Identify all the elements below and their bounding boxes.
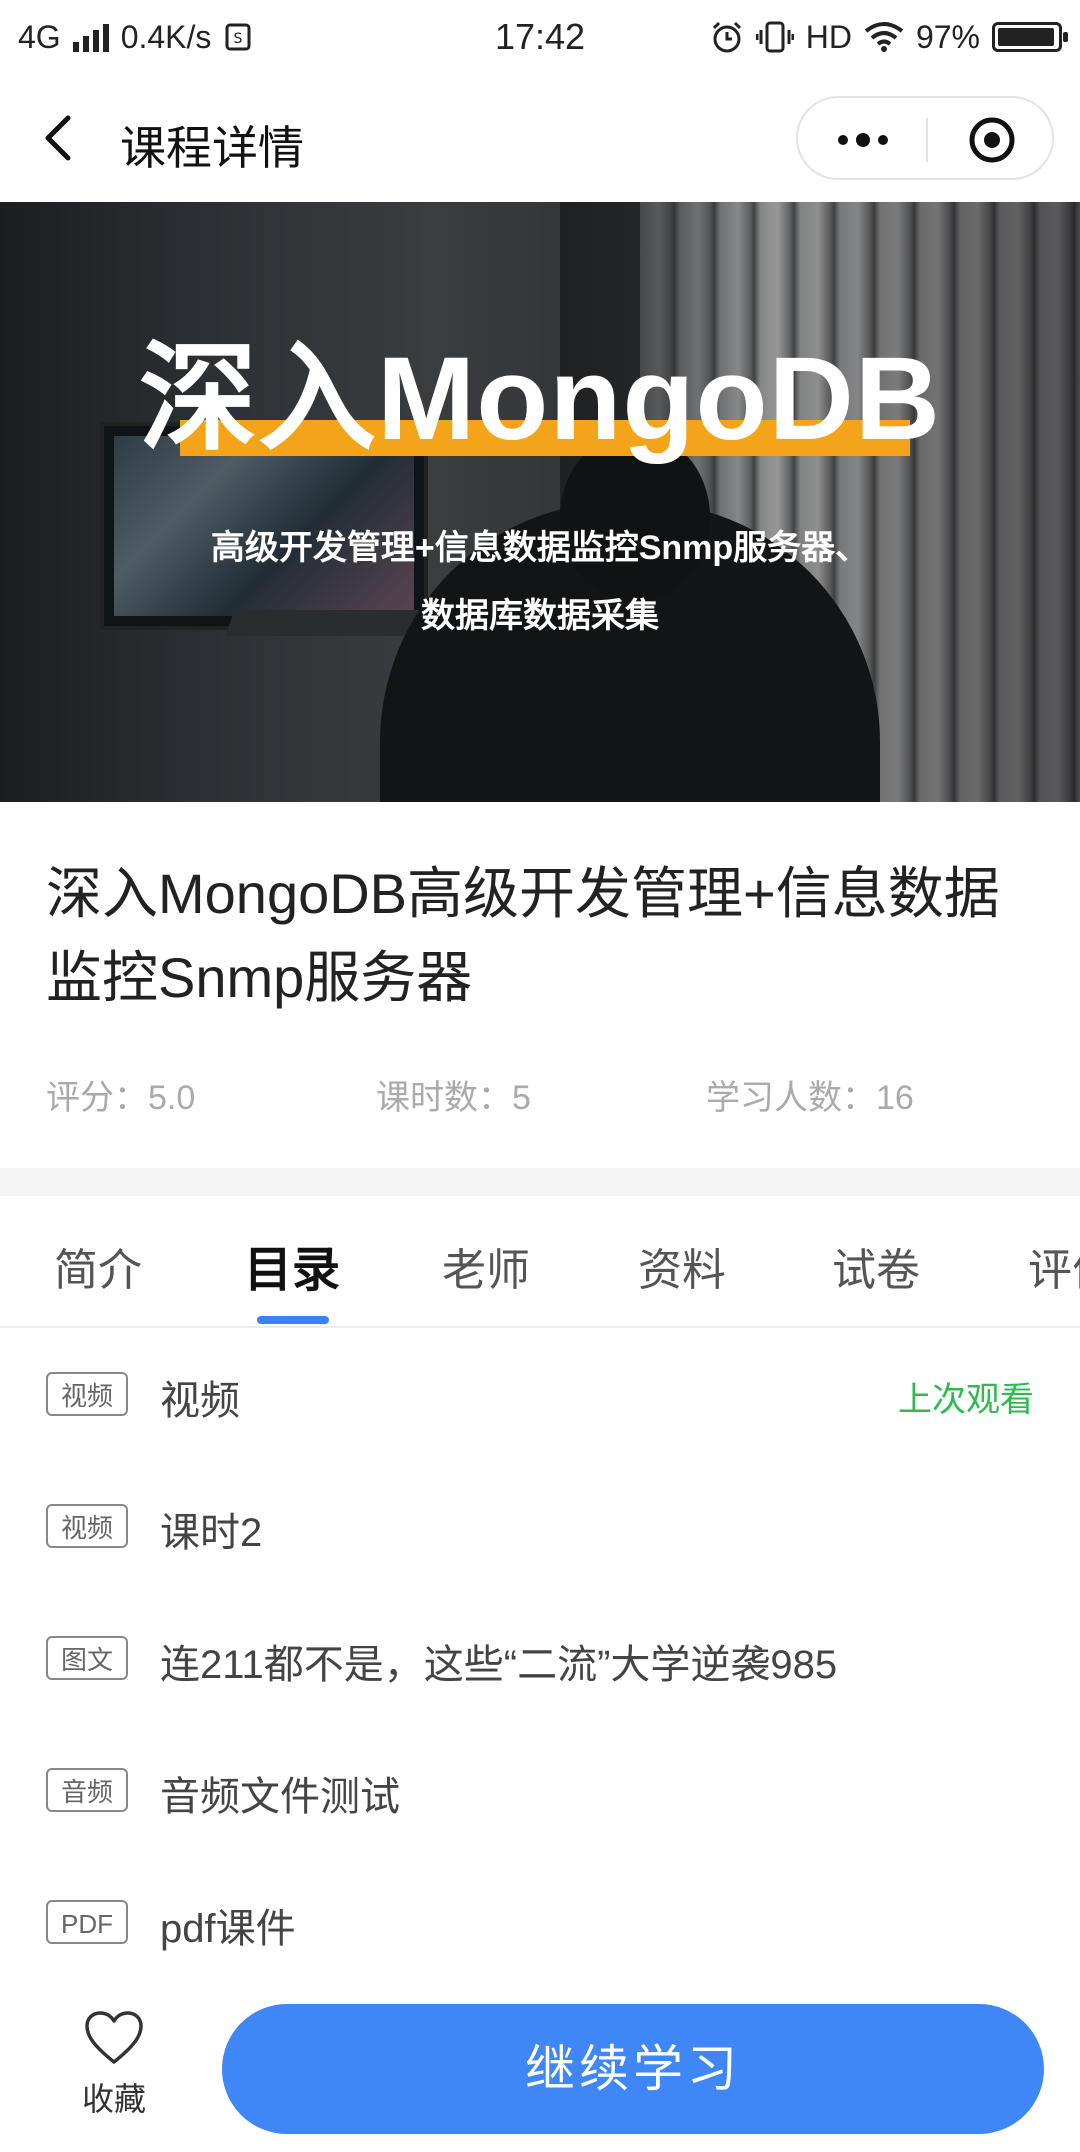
continue-learning-button[interactable]: 继续学习: [222, 2004, 1044, 2134]
back-arrow-icon[interactable]: [36, 108, 80, 168]
course-banner: 深入MongoDB 高级开发管理+信息数据监控Snmp服务器、 数据库数据采集: [0, 202, 1080, 802]
tab-teacher[interactable]: 老师: [442, 1234, 530, 1298]
lesson-title: 连211都不是，这些“二流”大学逆袭985: [160, 1643, 838, 1687]
battery-fill: [998, 28, 1054, 46]
rating-stat: 评分：5.0: [46, 1079, 196, 1117]
status-bar: 4G 0.4K/s S 17:42 HD 97%: [0, 0, 1080, 74]
tab-intro[interactable]: 简介: [54, 1234, 142, 1298]
banner-subtitle-line1: 高级开发管理+信息数据监控Snmp服务器、: [210, 529, 870, 567]
vibrate-icon: [755, 21, 794, 53]
lesson-type-badge: 音频: [46, 1768, 128, 1812]
favorite-button[interactable]: 收藏: [56, 2010, 172, 2130]
svg-text:S: S: [234, 31, 243, 47]
page-title: 课程详情: [120, 122, 304, 174]
heart-icon: [85, 2011, 143, 2064]
favorite-label: 收藏: [81, 2081, 146, 2117]
lesson-item[interactable]: 视频 视频 上次观看: [0, 1328, 1080, 1460]
capsule-divider: [926, 118, 928, 162]
banner-subtitle-line2: 数据库数据采集: [421, 597, 659, 635]
lesson-type-badge: 视频: [46, 1372, 128, 1416]
lesson-item[interactable]: PDF pdf课件: [0, 1856, 1080, 1988]
lesson-item[interactable]: 音频 音频文件测试: [0, 1724, 1080, 1856]
bottom-action-bar: 收藏 继续学习: [0, 1980, 1080, 2152]
lesson-title: 视频: [160, 1379, 240, 1423]
course-title: 深入MongoDB高级开发管理+信息数据监控Snmp服务器: [46, 862, 1000, 1009]
wifi-icon: [864, 22, 904, 52]
course-stats: 评分：5.0 课时数：5 学习人数：16: [46, 1070, 1046, 1117]
status-left: 4G 0.4K/s S: [18, 19, 253, 56]
lesson-title: pdf课件: [160, 1907, 296, 1951]
battery-percent: 97%: [915, 18, 980, 55]
tab-reviews[interactable]: 评价: [1028, 1234, 1080, 1298]
sim-icon: S: [225, 23, 251, 51]
lesson-count-stat: 课时数：5: [376, 1079, 531, 1117]
network-type: 4G: [18, 18, 61, 55]
lesson-type-badge: 视频: [46, 1504, 128, 1548]
active-tab-indicator: [257, 1316, 329, 1324]
battery-icon: [992, 22, 1068, 52]
lesson-title: 音频文件测试: [160, 1775, 400, 1819]
lesson-item[interactable]: 图文 连211都不是，这些“二流”大学逆袭985: [0, 1592, 1080, 1724]
banner-title: 深入MongoDB: [138, 333, 942, 465]
section-divider: [0, 1168, 1080, 1196]
navigation-bar: 课程详情: [0, 74, 1080, 202]
signal-icon: [72, 22, 109, 52]
tab-catalog[interactable]: 目录: [244, 1230, 340, 1300]
learner-count-stat: 学习人数：16: [706, 1079, 914, 1117]
status-right: HD 97%: [710, 18, 1068, 56]
lesson-type-badge: PDF: [46, 1900, 128, 1944]
lesson-title: 课时2: [160, 1511, 263, 1555]
network-speed: 0.4K/s: [120, 18, 212, 55]
lesson-item[interactable]: 视频 课时2: [0, 1460, 1080, 1592]
close-target-icon[interactable]: [968, 116, 1016, 164]
tab-materials[interactable]: 资料: [638, 1234, 726, 1298]
tab-exams[interactable]: 试卷: [832, 1234, 920, 1298]
last-watched-label: 上次观看: [898, 1381, 1034, 1419]
hd-indicator: HD: [805, 18, 852, 55]
lesson-type-badge: 图文: [46, 1636, 128, 1680]
alarm-icon: [712, 21, 741, 53]
tab-bar: 简介 目录 老师 资料 试卷 评价: [0, 1196, 1080, 1328]
miniprogram-capsule: [796, 96, 1054, 180]
more-icon[interactable]: [828, 118, 898, 162]
